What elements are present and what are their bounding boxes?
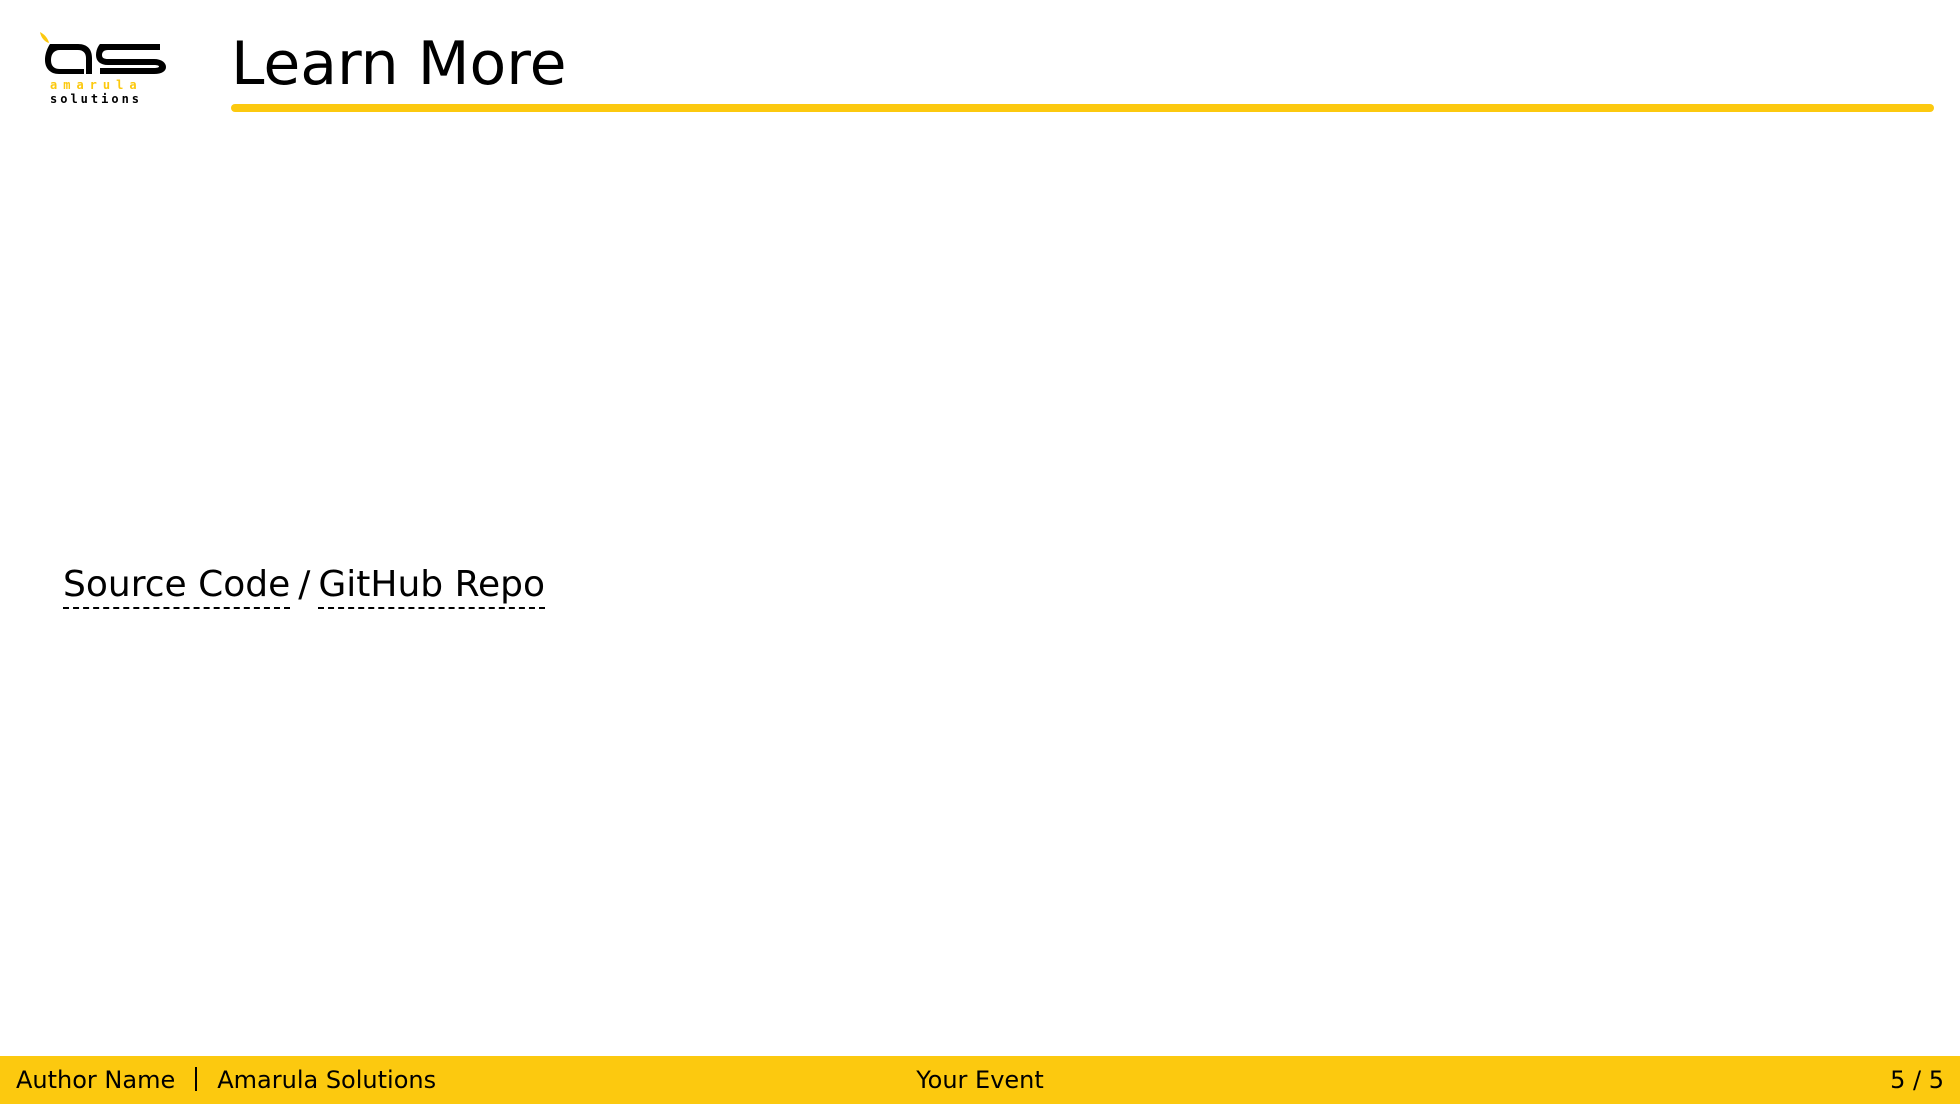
logo-letter-a (45, 44, 92, 74)
logo-line-solutions: solutions (50, 92, 143, 106)
github-repo-link[interactable]: GitHub Repo (318, 564, 546, 609)
logo-line-amarula: amarula (50, 78, 143, 92)
footer-bar: Author Name Amarula Solutions Your Event … (0, 1056, 1960, 1104)
footer-event: Your Event (916, 1066, 1044, 1094)
logo-letter-s (96, 44, 166, 74)
slide-title: Learn More (231, 29, 567, 99)
links-line: Source Code / GitHub Repo (63, 562, 546, 609)
link-separator: / (298, 564, 311, 605)
source-code-link[interactable]: Source Code (63, 564, 291, 609)
amarula-solutions-logo: amarula solutions (38, 30, 173, 114)
footer-page-number: 5 / 5 (1890, 1066, 1944, 1094)
title-underline-rule (231, 104, 1934, 112)
logo-leaf (40, 32, 49, 43)
logo-wordmark: amarula solutions (50, 78, 170, 106)
